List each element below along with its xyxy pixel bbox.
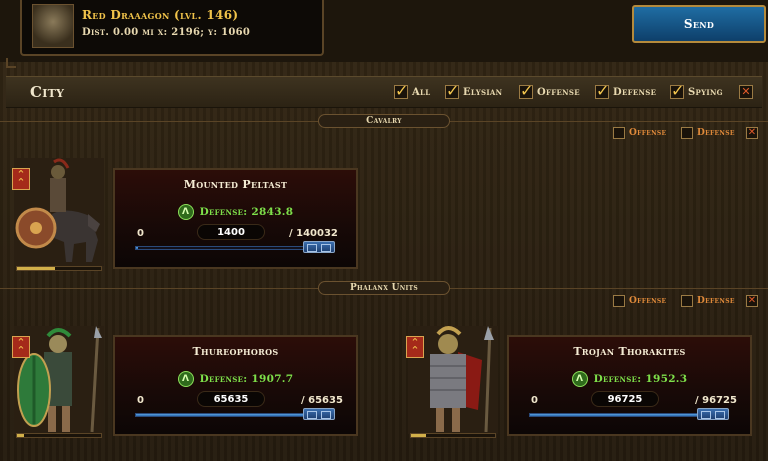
unit-name: Mounted Peltast bbox=[183, 178, 288, 191]
unit-name: Thureophoros bbox=[192, 345, 279, 358]
min-amount: 0 bbox=[137, 228, 144, 239]
filter-all[interactable]: All bbox=[394, 81, 431, 101]
max-amount: / 140032 bbox=[289, 228, 338, 239]
phalanx-clear-button[interactable]: ✕ bbox=[746, 295, 758, 307]
amount-slider-track[interactable] bbox=[135, 246, 321, 250]
defense-value: Defense: 1907.7 bbox=[199, 373, 294, 385]
amount-slider-track[interactable] bbox=[529, 413, 715, 417]
city-clear-button[interactable]: ✕ bbox=[739, 85, 753, 99]
rank-chevron-icon: ⌃ ⌃ bbox=[12, 168, 30, 190]
checkbox-phalanx-defense[interactable] bbox=[681, 295, 693, 307]
amount-input[interactable]: 96725 bbox=[591, 391, 659, 407]
target-name: Red Draaagon (lvl. 146) bbox=[82, 8, 239, 22]
amount-input[interactable]: 65635 bbox=[197, 391, 265, 407]
rank-chevron-icon: ⌃ ⌃ bbox=[12, 336, 30, 358]
defense-row: Λ Defense: 2843.8 bbox=[115, 204, 356, 220]
unit-card-trojan-thorakites: Trojan Thorakites Λ Defense: 1952.3 0 967… bbox=[507, 335, 752, 436]
amount-slider-handle[interactable] bbox=[303, 408, 335, 420]
defense-icon: Λ bbox=[177, 204, 194, 220]
rank-chevron-icon: ⌃ ⌃ bbox=[406, 336, 424, 358]
defense-icon: Λ bbox=[571, 371, 588, 387]
unit-name: Trojan Thorakites bbox=[573, 345, 686, 358]
cavalry-defense-label: Defense bbox=[697, 128, 735, 138]
min-amount: 0 bbox=[137, 395, 144, 406]
cavalry-filter-offense[interactable]: Offense bbox=[613, 126, 666, 140]
phalanx-defense-label: Defense bbox=[697, 296, 735, 306]
cavalry-clear-button[interactable]: ✕ bbox=[746, 127, 758, 139]
filter-offense-label: Offense bbox=[537, 86, 580, 98]
unit-health-bar bbox=[16, 433, 102, 438]
unit-health-bar bbox=[410, 433, 496, 438]
defense-row: Λ Defense: 1907.7 bbox=[115, 371, 356, 387]
filter-all-label: All bbox=[412, 86, 431, 98]
checkbox-all[interactable] bbox=[394, 81, 409, 100]
unit-card-thureophoros: Thureophoros Λ Defense: 1907.7 0 65635 / … bbox=[113, 335, 358, 436]
target-panel: Red Draaagon (lvl. 146) Dist. 0.00 mi x:… bbox=[20, 0, 324, 56]
checkbox-phalanx-offense[interactable] bbox=[613, 295, 625, 307]
phalanx-offense-label: Offense bbox=[629, 296, 667, 306]
checkbox-cavalry-offense[interactable] bbox=[613, 127, 625, 139]
checkbox-elysian[interactable] bbox=[445, 81, 460, 100]
amount-slider-handle[interactable] bbox=[697, 408, 729, 420]
phalanx-filter-offense[interactable]: Offense bbox=[613, 294, 666, 308]
cavalry-offense-label: Offense bbox=[629, 128, 667, 138]
checkbox-defense[interactable] bbox=[595, 81, 610, 100]
section-title-cavalry: Cavalry bbox=[318, 114, 450, 128]
send-button[interactable]: Send bbox=[632, 5, 766, 43]
max-amount: / 96725 bbox=[695, 395, 737, 406]
checkbox-spying[interactable] bbox=[670, 81, 685, 100]
cavalry-filter-defense[interactable]: Defense bbox=[681, 126, 735, 140]
city-bar: City All Elysian Offense Defense Spying … bbox=[6, 76, 762, 108]
target-distance: Dist. 0.00 mi x: 2196; y: 1060 bbox=[82, 27, 251, 38]
amount-input[interactable]: 1400 bbox=[197, 224, 265, 240]
filter-defense-label: Defense bbox=[613, 86, 657, 98]
amount-slider-handle[interactable] bbox=[303, 241, 335, 253]
top-bar: Red Draaagon (lvl. 146) Dist. 0.00 mi x:… bbox=[0, 0, 768, 62]
unit-health-bar bbox=[16, 266, 102, 271]
filter-elysian[interactable]: Elysian bbox=[445, 81, 503, 101]
filter-defense[interactable]: Defense bbox=[595, 81, 657, 101]
defense-value: Defense: 1952.3 bbox=[593, 373, 688, 385]
checkbox-offense[interactable] bbox=[519, 81, 534, 100]
defense-row: Λ Defense: 1952.3 bbox=[509, 371, 750, 387]
frame-corner bbox=[6, 58, 16, 68]
phalanx-filter-defense[interactable]: Defense bbox=[681, 294, 735, 308]
target-portrait bbox=[32, 4, 74, 48]
filter-offense[interactable]: Offense bbox=[519, 81, 580, 101]
unit-card-mounted-peltast: Mounted Peltast Λ Defense: 2843.8 0 1400 … bbox=[113, 168, 358, 269]
filter-spying[interactable]: Spying bbox=[670, 81, 723, 101]
defense-value: Defense: 2843.8 bbox=[199, 206, 294, 218]
section-title-phalanx: Phalanx Units bbox=[318, 281, 450, 295]
max-amount: / 65635 bbox=[301, 395, 343, 406]
filter-spying-label: Spying bbox=[688, 86, 723, 98]
min-amount: 0 bbox=[531, 395, 538, 406]
city-title: City bbox=[30, 83, 65, 101]
amount-slider-track[interactable] bbox=[135, 413, 321, 417]
defense-icon: Λ bbox=[177, 371, 194, 387]
filter-elysian-label: Elysian bbox=[463, 86, 503, 98]
checkbox-cavalry-defense[interactable] bbox=[681, 127, 693, 139]
